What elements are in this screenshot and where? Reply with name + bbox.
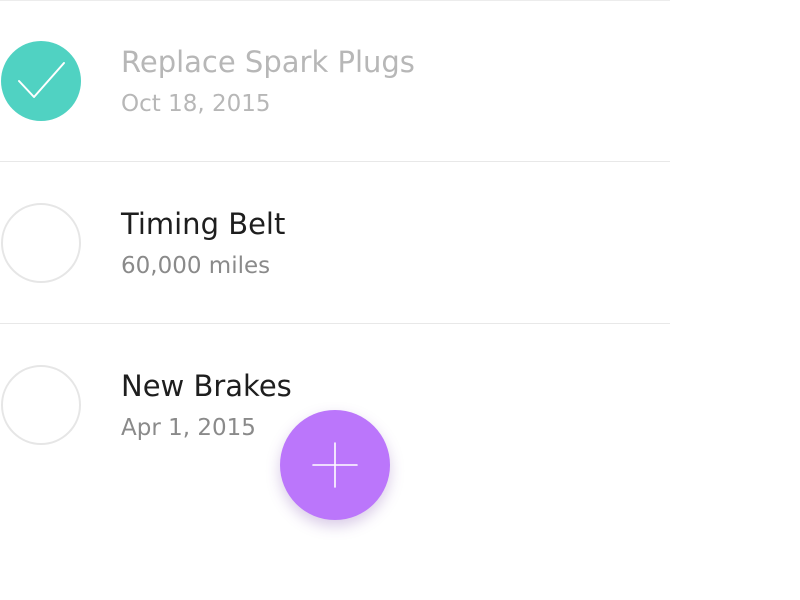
task-title: New Brakes: [121, 369, 292, 403]
task-complete-toggle[interactable]: [1, 203, 81, 283]
list-item[interactable]: Replace Spark Plugs Oct 18, 2015: [0, 0, 670, 162]
task-complete-toggle[interactable]: [1, 41, 81, 121]
task-subtitle: Apr 1, 2015: [121, 415, 256, 441]
task-title: Timing Belt: [121, 207, 286, 241]
checkmark-icon: [18, 62, 65, 98]
task-subtitle: Oct 18, 2015: [121, 91, 271, 117]
task-complete-toggle[interactable]: [1, 365, 81, 445]
add-task-button[interactable]: [280, 410, 390, 520]
task-subtitle: 60,000 miles: [121, 253, 271, 279]
plus-icon: [312, 442, 358, 488]
task-title: Replace Spark Plugs: [121, 45, 415, 79]
list-item[interactable]: Timing Belt 60,000 miles: [0, 162, 670, 324]
